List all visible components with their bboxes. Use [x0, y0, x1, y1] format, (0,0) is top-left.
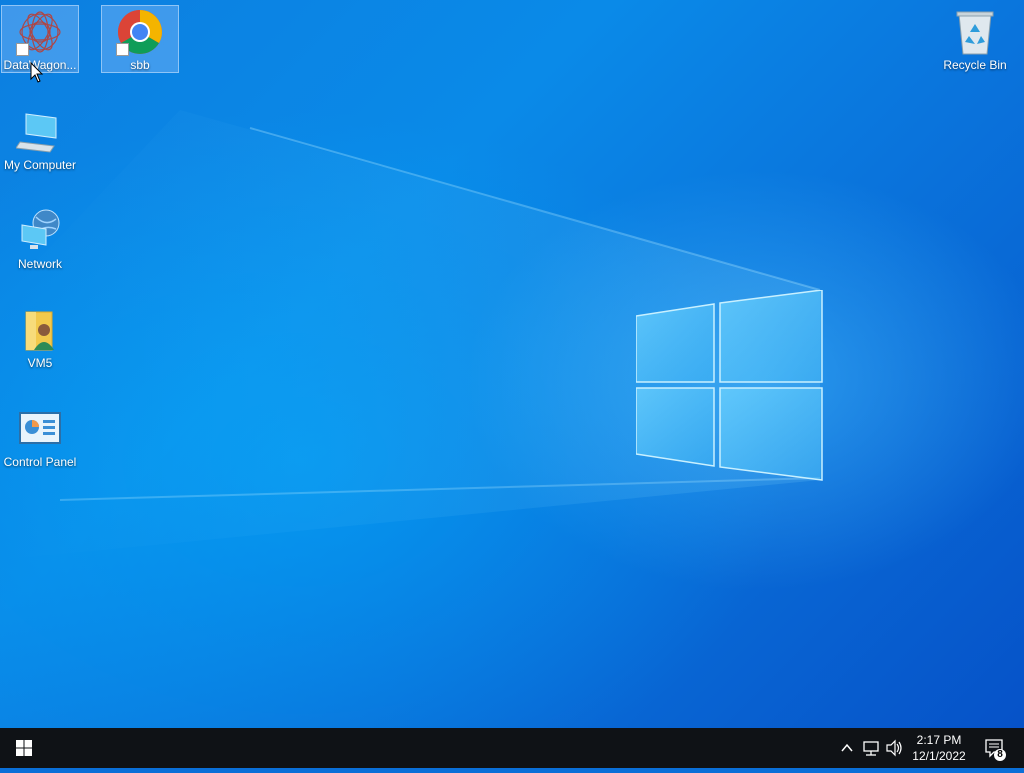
clock-time: 2:17 PM — [916, 733, 962, 747]
show-hidden-icons-button[interactable] — [838, 728, 856, 768]
taskbar: 2:17 PM 12/1/2022 8 — [0, 728, 1024, 768]
desktop-icon-vm5[interactable]: VM5 — [2, 304, 78, 370]
icon-label: My Computer — [3, 158, 77, 172]
mouse-cursor-icon — [30, 62, 44, 83]
network-tray-button[interactable] — [860, 728, 882, 768]
icon-label: Network — [17, 257, 62, 271]
action-center-button[interactable]: 8 — [980, 728, 1010, 768]
desktop-icon-sbb[interactable]: sbb — [101, 5, 179, 73]
control-panel-icon — [16, 405, 64, 453]
windows-logo — [636, 290, 823, 481]
desktop-icon-my-computer[interactable]: My Computer — [2, 106, 78, 172]
icon-label: Recycle Bin — [943, 58, 1007, 72]
chrome-icon — [116, 8, 164, 56]
shortcut-arrow-icon — [16, 43, 29, 56]
clock-date: 12/1/2022 — [912, 749, 966, 763]
windows-start-icon — [16, 740, 32, 756]
desktop-icon-network[interactable]: Network — [2, 205, 78, 271]
icon-label: Control Panel — [3, 455, 77, 469]
network-icon — [16, 207, 64, 255]
desktop-wallpaper[interactable]: DataWagon... sbb My Computer Network VM5… — [0, 0, 1024, 728]
chevron-up-icon — [841, 743, 853, 752]
user-folder-icon — [16, 306, 64, 354]
recycle-bin-icon — [951, 8, 999, 56]
desktop-icon-control-panel[interactable]: Control Panel — [2, 403, 78, 469]
start-button[interactable] — [0, 728, 48, 768]
datawagon-icon — [16, 8, 64, 56]
desktop-icon-recycle-bin[interactable]: Recycle Bin — [937, 6, 1013, 72]
volume-tray-button[interactable] — [884, 728, 904, 768]
icon-label: sbb — [130, 58, 150, 72]
notification-count-badge: 8 — [997, 749, 1003, 760]
shortcut-arrow-icon — [116, 43, 129, 56]
network-tray-icon — [863, 741, 879, 756]
icon-label: VM5 — [27, 356, 53, 370]
speaker-icon — [886, 739, 902, 757]
light-beam — [0, 110, 821, 560]
taskbar-clock[interactable]: 2:17 PM 12/1/2022 — [904, 732, 974, 764]
computer-icon — [15, 108, 64, 156]
